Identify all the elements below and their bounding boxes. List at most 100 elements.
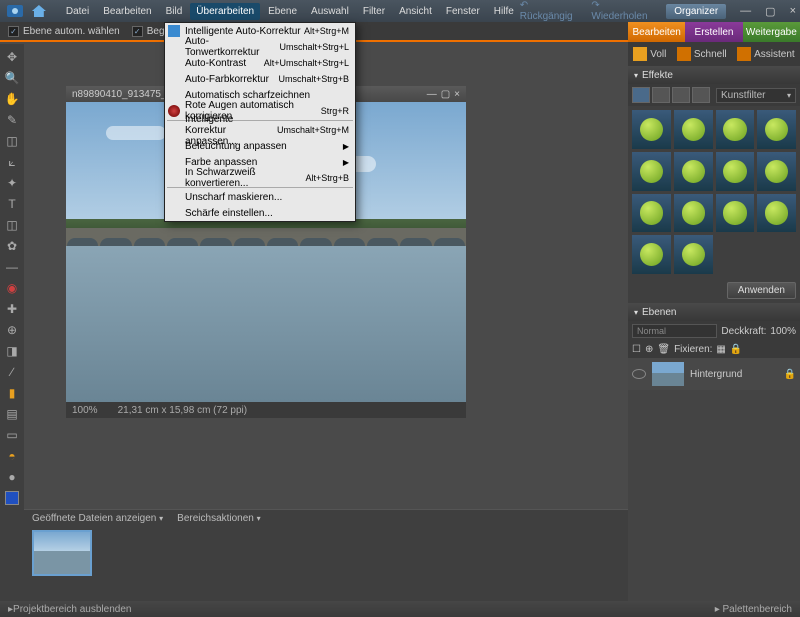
project-bin: Geöffnete Dateien anzeigen ▾ Bereichsakt…: [24, 509, 628, 601]
bucket-tool[interactable]: ▮: [3, 384, 21, 402]
effect-thumb[interactable]: [632, 194, 671, 233]
cookie-cutter-tool[interactable]: ✿: [3, 237, 21, 255]
menu-bild[interactable]: Bild: [160, 3, 189, 20]
redeye-tool[interactable]: ◉: [3, 279, 21, 297]
bin-actions-dropdown[interactable]: Bereichsaktionen ▾: [177, 513, 261, 524]
fx-category-3[interactable]: [672, 87, 690, 103]
zoom-level[interactable]: 100%: [72, 405, 98, 416]
mode-schnell[interactable]: Schnell: [677, 47, 727, 61]
menu-ansicht[interactable]: Ansicht: [393, 3, 438, 20]
fx-category-2[interactable]: [652, 87, 670, 103]
layers-panel-header[interactable]: ▾Ebenen: [628, 303, 800, 321]
doc-close[interactable]: ×: [454, 89, 460, 100]
undo-button[interactable]: ↶ Rückgängig: [520, 0, 584, 22]
redo-button[interactable]: ↷ Wiederholen: [591, 0, 658, 22]
document-dimensions: 21,31 cm x 15,98 cm (72 ppi): [118, 405, 248, 416]
bin-thumbnail[interactable]: [32, 530, 92, 576]
gradient-tool[interactable]: ▤: [3, 405, 21, 423]
layer-name: Hintergrund: [690, 369, 742, 380]
sponge-tool[interactable]: ●: [3, 468, 21, 486]
color-swatch[interactable]: [3, 489, 21, 507]
doc-minimize[interactable]: —: [427, 89, 437, 100]
apply-button[interactable]: Anwenden: [727, 282, 796, 299]
right-panel: Bearbeiten Erstellen Weitergabe Voll Sch…: [628, 22, 800, 601]
menu-item[interactable]: Schärfe einstellen...: [165, 205, 355, 221]
open-files-toggle[interactable]: Geöffnete Dateien anzeigen ▾: [32, 513, 163, 524]
fx-filter-dropdown[interactable]: Kunstfilter▾: [716, 88, 796, 103]
menu-item[interactable]: Unscharf maskieren...: [165, 189, 355, 205]
effect-thumb[interactable]: [674, 194, 713, 233]
effect-thumb[interactable]: [716, 152, 755, 191]
menu-auswahl[interactable]: Auswahl: [305, 3, 355, 20]
effect-thumb[interactable]: [632, 152, 671, 191]
tab-weitergabe[interactable]: Weitergabe: [743, 22, 800, 42]
wand-tool[interactable]: ✦: [3, 174, 21, 192]
doc-maximize[interactable]: ▢: [441, 89, 450, 100]
home-button[interactable]: [28, 2, 50, 20]
menu-bearbeiten[interactable]: Bearbeiten: [97, 3, 157, 20]
toolbox: ✥ 🔍 ✋ ✎ ◫ ⟀ ✦ T ◫ ✿ — ◉ ✚ ⊕ ◨ ∕ ▮ ▤ ▭ ◓ …: [0, 44, 24, 601]
palette-toggle[interactable]: Palettenbereich: [723, 604, 793, 615]
menu-filter[interactable]: Filter: [357, 3, 391, 20]
effect-thumb[interactable]: [632, 110, 671, 149]
menu-überarbeiten[interactable]: Überarbeiten: [190, 3, 260, 20]
eraser-tool[interactable]: ◨: [3, 342, 21, 360]
effect-thumb[interactable]: [716, 110, 755, 149]
menu-item[interactable]: Intelligente Korrektur anpassen...Umscha…: [165, 122, 355, 138]
maximize-button[interactable]: ▢: [765, 5, 775, 18]
eyedropper-tool[interactable]: ✎: [3, 111, 21, 129]
auto-select-layer-checkbox[interactable]: ✓Ebene autom. wählen: [8, 26, 120, 37]
effect-thumb[interactable]: [674, 152, 713, 191]
blend-mode-select[interactable]: Normal: [632, 324, 717, 338]
menu-item[interactable]: Auto-FarbkorrekturUmschalt+Strg+B: [165, 71, 355, 87]
menu-item[interactable]: Auto-TonwertkorrekturUmschalt+Strg+L: [165, 39, 355, 55]
app-logo[interactable]: [4, 2, 26, 20]
menu-item[interactable]: Beleuchtung anpassen▶: [165, 138, 355, 154]
fx-category-1[interactable]: [632, 87, 650, 103]
effects-grid: [628, 106, 800, 278]
move-tool[interactable]: ✥: [3, 48, 21, 66]
fx-category-4[interactable]: [692, 87, 710, 103]
mode-voll[interactable]: Voll: [633, 47, 666, 61]
effects-panel-header[interactable]: ▾Effekte: [628, 66, 800, 84]
document-statusbar: 100% 21,31 cm x 15,98 cm (72 ppi): [66, 402, 466, 418]
menu-item[interactable]: In Schwarzweiß konvertieren...Alt+Strg+B: [165, 170, 355, 186]
close-button[interactable]: ×: [790, 5, 796, 17]
effect-thumb[interactable]: [674, 235, 713, 274]
minimize-button[interactable]: —: [740, 5, 751, 17]
tab-bearbeiten[interactable]: Bearbeiten: [628, 22, 685, 42]
opacity-value[interactable]: 100%: [770, 326, 796, 337]
menu-item[interactable]: Auto-KontrastAlt+Umschalt+Strg+L: [165, 55, 355, 71]
blur-tool[interactable]: ◓: [3, 447, 21, 465]
straighten-tool[interactable]: —: [3, 258, 21, 276]
effect-thumb[interactable]: [757, 152, 796, 191]
organizer-button[interactable]: Organizer: [666, 4, 726, 19]
title-bar: DateiBearbeitenBildÜberarbeitenEbeneAusw…: [0, 0, 800, 22]
clone-tool[interactable]: ⊕: [3, 321, 21, 339]
type-tool[interactable]: T: [3, 195, 21, 213]
layer-row[interactable]: Hintergrund 🔒: [628, 358, 800, 390]
opacity-label: Deckkraft:: [721, 326, 766, 337]
tab-erstellen[interactable]: Erstellen: [685, 22, 742, 42]
healing-tool[interactable]: ✚: [3, 300, 21, 318]
marquee-tool[interactable]: ◫: [3, 132, 21, 150]
zoom-tool[interactable]: 🔍: [3, 69, 21, 87]
effect-thumb[interactable]: [757, 194, 796, 233]
lock-icon: 🔒: [784, 369, 796, 380]
project-bin-toggle[interactable]: Projektbereich ausblenden: [13, 604, 131, 615]
hand-tool[interactable]: ✋: [3, 90, 21, 108]
effect-thumb[interactable]: [716, 194, 755, 233]
menu-ebene[interactable]: Ebene: [262, 3, 303, 20]
shape-tool[interactable]: ▭: [3, 426, 21, 444]
menu-hilfe[interactable]: Hilfe: [488, 3, 520, 20]
effect-thumb[interactable]: [757, 110, 796, 149]
lasso-tool[interactable]: ⟀: [3, 153, 21, 171]
menu-datei[interactable]: Datei: [60, 3, 95, 20]
brush-tool[interactable]: ∕: [3, 363, 21, 381]
effect-thumb[interactable]: [674, 110, 713, 149]
menu-fenster[interactable]: Fenster: [440, 3, 486, 20]
mode-assistent[interactable]: Assistent: [737, 47, 795, 61]
effect-thumb[interactable]: [632, 235, 671, 274]
crop-tool[interactable]: ◫: [3, 216, 21, 234]
layer-visibility-icon[interactable]: [632, 369, 646, 379]
